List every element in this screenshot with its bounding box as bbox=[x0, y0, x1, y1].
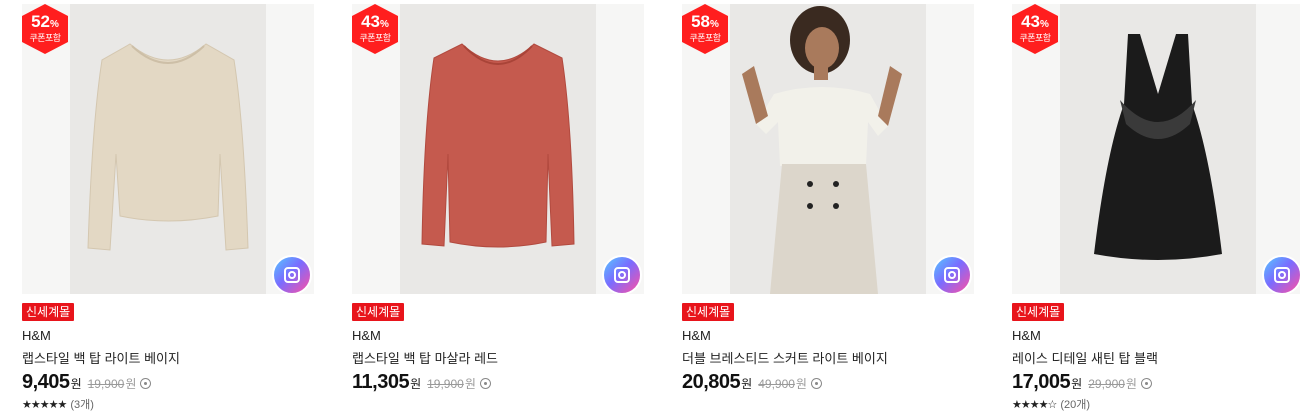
original-price: 29,900 bbox=[1088, 377, 1125, 391]
camera-search-icon[interactable] bbox=[932, 255, 972, 295]
rating-row: ★★★★☆ (20개) bbox=[1012, 396, 1090, 412]
store-tag: 신세계몰 bbox=[1012, 303, 1065, 321]
price-row: 9,405 원 19,900 원 bbox=[22, 371, 152, 394]
brand-name[interactable]: H&M bbox=[22, 328, 51, 343]
product-card[interactable]: 58% 쿠폰포함 신세계몰 H&M 더블 브레스티드 스커트 라이트 베이지 2… bbox=[682, 0, 974, 413]
product-title[interactable]: 랩스타일 백 탑 마살라 레드 bbox=[352, 348, 498, 367]
price-row: 20,805 원 49,900 원 bbox=[682, 371, 822, 394]
camera-search-icon[interactable] bbox=[272, 255, 312, 295]
original-price: 49,900 bbox=[758, 377, 795, 391]
product-image[interactable]: 58% 쿠폰포함 bbox=[682, 4, 974, 295]
product-title[interactable]: 더블 브레스티드 스커트 라이트 베이지 bbox=[682, 348, 888, 367]
product-image[interactable]: 43% 쿠폰포함 bbox=[1012, 4, 1300, 295]
product-image[interactable]: 52% 쿠폰포함 bbox=[22, 4, 314, 295]
model-illustration bbox=[742, 6, 902, 294]
sale-price: 9,405 bbox=[22, 371, 70, 393]
price-row: 17,005 원 29,900 원 bbox=[1012, 371, 1152, 394]
store-tag: 신세계몰 bbox=[352, 303, 405, 321]
product-card[interactable]: 43% 쿠폰포함 신세계몰 H&M 레이스 디테일 새틴 탑 블랙 17,005… bbox=[1012, 0, 1300, 413]
store-tag: 신세계몰 bbox=[22, 303, 75, 321]
camera-search-icon[interactable] bbox=[602, 255, 642, 295]
sale-price: 11,305 bbox=[352, 371, 410, 393]
review-count: (3개) bbox=[70, 399, 94, 411]
camera-search-icon[interactable] bbox=[1262, 255, 1300, 295]
product-card[interactable]: 52% 쿠폰포함 신세계몰 H&M 랩스타일 백 탑 라이트 베이지 9,405… bbox=[22, 0, 314, 413]
brand-name[interactable]: H&M bbox=[352, 328, 381, 343]
rating-row: ★★★★★ (3개) bbox=[22, 396, 94, 412]
review-count: (20개) bbox=[1060, 399, 1090, 411]
sale-price: 20,805 bbox=[682, 371, 741, 393]
brand-name[interactable]: H&M bbox=[682, 328, 711, 343]
product-image[interactable]: 43% 쿠폰포함 bbox=[352, 4, 644, 295]
product-card[interactable]: 43% 쿠폰포함 신세계몰 H&M 랩스타일 백 탑 마살라 레드 11,305… bbox=[352, 0, 644, 413]
price-info-icon[interactable] bbox=[140, 378, 152, 389]
product-title[interactable]: 랩스타일 백 탑 라이트 베이지 bbox=[22, 348, 180, 367]
garment-illustration bbox=[1094, 34, 1222, 260]
price-row: 11,305 원 19,900 원 bbox=[352, 371, 491, 394]
store-tag: 신세계몰 bbox=[682, 303, 735, 321]
brand-name[interactable]: H&M bbox=[1012, 328, 1041, 343]
product-title[interactable]: 레이스 디테일 새틴 탑 블랙 bbox=[1012, 348, 1158, 367]
garment-illustration bbox=[87, 43, 249, 251]
sale-price: 17,005 bbox=[1012, 371, 1071, 393]
star-rating-icon: ★★★★★ bbox=[22, 398, 67, 411]
original-price: 19,900 bbox=[87, 377, 125, 391]
garment-illustration bbox=[421, 43, 575, 248]
original-price: 19,900 bbox=[427, 377, 464, 391]
price-info-icon[interactable] bbox=[1140, 378, 1152, 389]
price-info-icon[interactable] bbox=[810, 378, 822, 389]
star-rating-icon: ★★★★☆ bbox=[1012, 398, 1057, 411]
price-info-icon[interactable] bbox=[479, 378, 491, 389]
